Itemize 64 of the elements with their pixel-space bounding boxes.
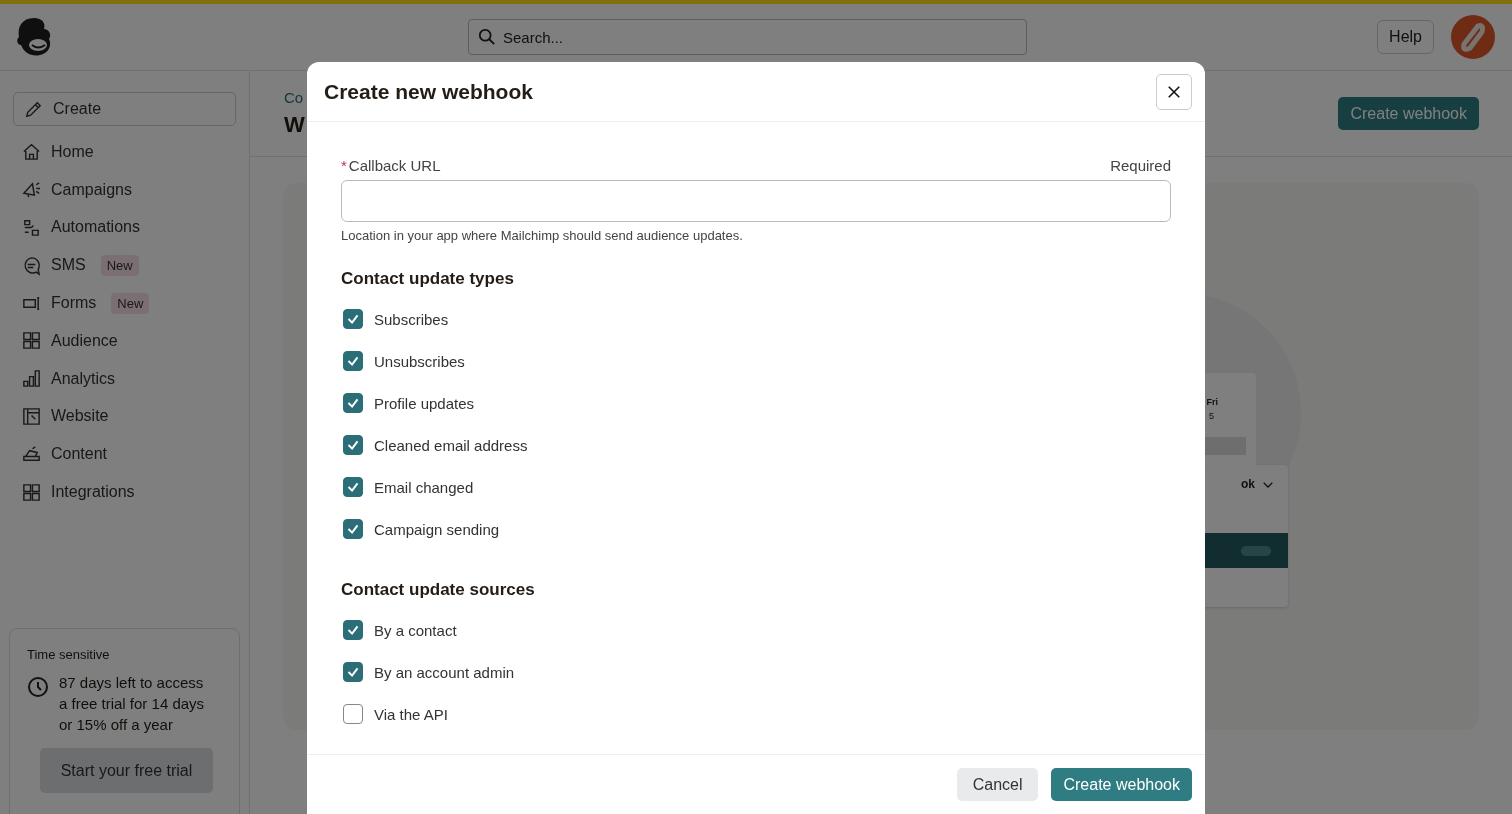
create-webhook-button[interactable]: Create webhook xyxy=(1338,97,1479,130)
checkbox[interactable] xyxy=(343,477,363,497)
search-field[interactable]: Search... xyxy=(468,19,1027,55)
field-label: Callback URL xyxy=(348,157,441,174)
sidebar-item[interactable]: SMS New xyxy=(13,246,236,285)
checkbox[interactable] xyxy=(343,662,363,682)
calendar-date: 5 xyxy=(1209,411,1214,421)
sidebar-item[interactable]: Integrations xyxy=(13,473,236,511)
checkbox-label: Via the API xyxy=(374,705,448,723)
avatar[interactable] xyxy=(1450,14,1496,60)
breadcrumb-link[interactable]: Co xyxy=(284,89,305,106)
nav-icon xyxy=(21,368,42,390)
checkbox-label: Cleaned email address xyxy=(374,436,528,454)
promo-text: 87 days left to access a free trial for 14 days or 15% off a year xyxy=(59,673,206,735)
section-heading: Contact update sources xyxy=(341,580,536,600)
checkbox[interactable] xyxy=(343,519,363,539)
required-note: Required xyxy=(1110,157,1171,174)
checkbox-label: By an account admin xyxy=(374,663,515,681)
sidebar-item[interactable]: Campaigns xyxy=(13,170,236,209)
sidebar-item[interactable]: Forms New xyxy=(13,284,236,322)
checkbox[interactable] xyxy=(343,704,363,724)
required-mark: * xyxy=(341,157,347,174)
checkbox-label: By a contact xyxy=(374,621,457,639)
sidebar-item[interactable]: Content xyxy=(13,435,236,474)
sidebar-item[interactable]: Automations xyxy=(13,208,236,247)
sidebar-item[interactable]: Home xyxy=(13,133,236,171)
close-icon xyxy=(1167,84,1181,99)
sidebar-item[interactable]: Audience xyxy=(13,322,236,360)
checkbox-label: Campaign sending xyxy=(374,520,500,538)
create-button[interactable]: Create xyxy=(13,92,236,126)
search-icon xyxy=(478,28,496,46)
dialog-title: Create new webhook xyxy=(324,79,533,104)
clock-icon xyxy=(27,676,49,698)
checkbox[interactable] xyxy=(343,620,363,640)
nav-icon xyxy=(21,217,42,238)
nav-icon xyxy=(21,330,42,352)
close-button[interactable] xyxy=(1156,73,1192,110)
checkbox[interactable] xyxy=(343,351,363,371)
page-title: W xyxy=(284,112,305,138)
checkbox-label: Profile updates xyxy=(374,394,475,412)
create-webhook-button[interactable]: Create webhook xyxy=(1051,768,1192,801)
promo-heading: Time sensitive xyxy=(27,647,111,662)
checkbox-label: Unsubscribes xyxy=(374,352,465,370)
cancel-button[interactable]: Cancel xyxy=(956,768,1039,801)
field-hint: Location in your app where Mailchimp should send audience updates. xyxy=(341,228,744,243)
new-badge: New xyxy=(100,254,139,276)
nav-icon xyxy=(21,254,42,276)
new-badge: New xyxy=(111,292,150,314)
url-input[interactable] xyxy=(341,180,1171,222)
checkbox[interactable] xyxy=(343,309,363,329)
trial-button[interactable]: Start your free trial xyxy=(40,748,213,793)
sidebar-item[interactable]: Analytics xyxy=(13,359,236,398)
checkbox-label: Email changed xyxy=(374,478,474,496)
checkbox[interactable] xyxy=(343,393,363,413)
checkbox-label: Subscribes xyxy=(374,310,449,328)
sidebar-item[interactable]: Website xyxy=(13,397,236,436)
dropdown-label: ok xyxy=(1241,477,1255,491)
nav-icon xyxy=(21,405,42,427)
nav-icon xyxy=(21,481,42,503)
nav-icon xyxy=(21,141,42,163)
help-button[interactable]: Help xyxy=(1377,20,1434,54)
checkbox[interactable] xyxy=(343,435,363,455)
section-heading: Contact update types xyxy=(341,269,515,289)
calendar-day: Fri xyxy=(1206,397,1218,407)
